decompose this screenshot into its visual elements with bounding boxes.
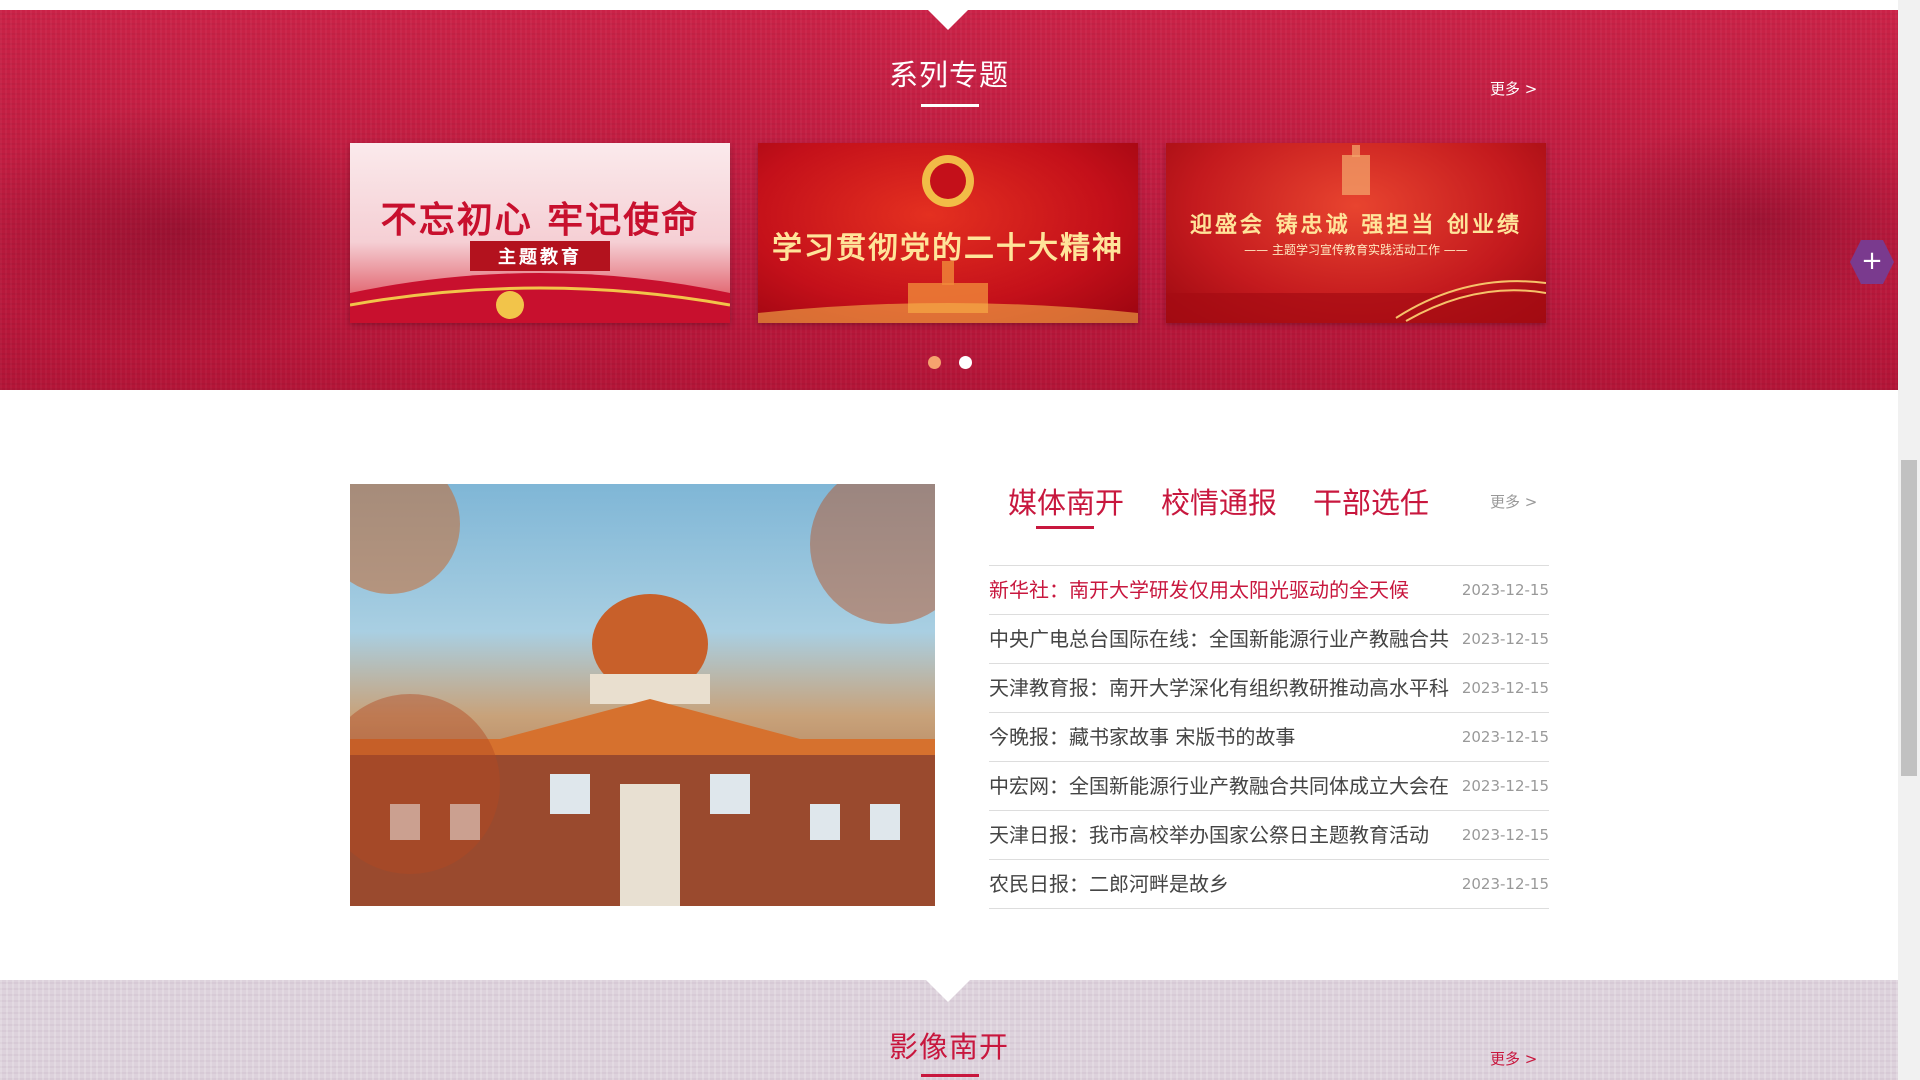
tab-cadre-selection[interactable]: 干部选任 — [1313, 480, 1429, 522]
active-tab-underline — [1036, 526, 1094, 529]
tab-media-nankai[interactable]: 媒体南开 — [1008, 480, 1124, 522]
campus-building-illustration — [350, 484, 935, 906]
series-slide-1[interactable]: 不忘初心 牢记使命 主题教育 — [350, 143, 730, 323]
news-date: 2023-12-15 — [1461, 581, 1549, 599]
series-carousel: 不忘初心 牢记使命 主题教育 学习贯彻党的二十大精神 迎盛会 铸忠诚 强担当 创… — [350, 143, 1546, 323]
news-title[interactable]: 中宏网：全国新能源行业产教融合共同体成立大会在 — [989, 762, 1455, 810]
images-section-title: 影像南开 — [888, 1030, 1009, 1064]
page-scrollbar[interactable] — [1898, 0, 1920, 1080]
news-title[interactable]: 中央广电总台国际在线：全国新能源行业产教融合共 — [989, 615, 1455, 663]
news-date: 2023-12-15 — [1461, 679, 1549, 697]
news-title[interactable]: 天津教育报：南开大学深化有组织教研推动高水平科 — [989, 664, 1455, 712]
news-date: 2023-12-15 — [1461, 630, 1549, 648]
news-date: 2023-12-15 — [1461, 826, 1549, 844]
news-title[interactable]: 今晚报：藏书家故事 宋版书的故事 — [989, 713, 1455, 761]
carousel-dot-1[interactable] — [928, 356, 941, 369]
series-more-link[interactable]: 更多 > — [1490, 78, 1537, 99]
news-date: 2023-12-15 — [1461, 728, 1549, 746]
news-title[interactable]: 新华社：南开大学研发仅用太阳光驱动的全天候 — [989, 566, 1455, 614]
news-title[interactable]: 农民日报：二郎河畔是故乡 — [989, 860, 1455, 908]
section-notch-arrow-2 — [926, 980, 970, 1002]
images-more-link[interactable]: 更多 > — [1490, 1048, 1537, 1069]
series-slide-3[interactable]: 迎盛会 铸忠诚 强担当 创业绩 —— 主题学习宣传教育实践活动工作 —— — [1166, 143, 1546, 323]
news-item[interactable]: 农民日报：二郎河畔是故乡 2023-12-15 — [989, 860, 1549, 909]
images-title-underline — [921, 1074, 979, 1077]
news-title[interactable]: 天津日报：我市高校举办国家公祭日主题教育活动 — [989, 811, 1455, 859]
tab-campus-bulletin[interactable]: 校情通报 — [1161, 480, 1277, 522]
slide-3-subtitle: —— 主题学习宣传教育实践活动工作 —— — [1244, 243, 1468, 257]
news-item[interactable]: 天津日报：我市高校举办国家公祭日主题教育活动 2023-12-15 — [989, 811, 1549, 860]
series-title-underline — [921, 104, 979, 107]
series-section-title: 系列专题 — [888, 58, 1009, 92]
slide-3-headline: 迎盛会 铸忠诚 强担当 创业绩 — [1190, 212, 1522, 238]
news-item[interactable]: 天津教育报：南开大学深化有组织教研推动高水平科 2023-12-15 — [989, 664, 1549, 713]
scrollbar-thumb[interactable] — [1901, 460, 1917, 776]
feature-photo-campus-building[interactable] — [350, 484, 935, 906]
slide-1-subtitle: 主题教育 — [470, 241, 610, 271]
news-list: 新华社：南开大学研发仅用太阳光驱动的全天候 2023-12-15 中央广电总台国… — [989, 565, 1549, 909]
slide-2-headline: 学习贯彻党的二十大精神 — [772, 231, 1124, 266]
slide-1-headline: 不忘初心 牢记使命 — [380, 199, 700, 241]
series-slide-2[interactable]: 学习贯彻党的二十大精神 — [758, 143, 1138, 323]
news-item[interactable]: 今晚报：藏书家故事 宋版书的故事 2023-12-15 — [989, 713, 1549, 762]
news-item[interactable]: 中宏网：全国新能源行业产教融合共同体成立大会在 2023-12-15 — [989, 762, 1549, 811]
news-date: 2023-12-15 — [1461, 777, 1549, 795]
news-item[interactable]: 中央广电总台国际在线：全国新能源行业产教融合共 2023-12-15 — [989, 615, 1549, 664]
news-item[interactable]: 新华社：南开大学研发仅用太阳光驱动的全天候 2023-12-15 — [989, 566, 1549, 615]
news-date: 2023-12-15 — [1461, 875, 1549, 893]
section-notch-arrow — [926, 8, 970, 30]
carousel-dot-2[interactable] — [959, 356, 972, 369]
news-more-link[interactable]: 更多 > — [1490, 491, 1537, 512]
